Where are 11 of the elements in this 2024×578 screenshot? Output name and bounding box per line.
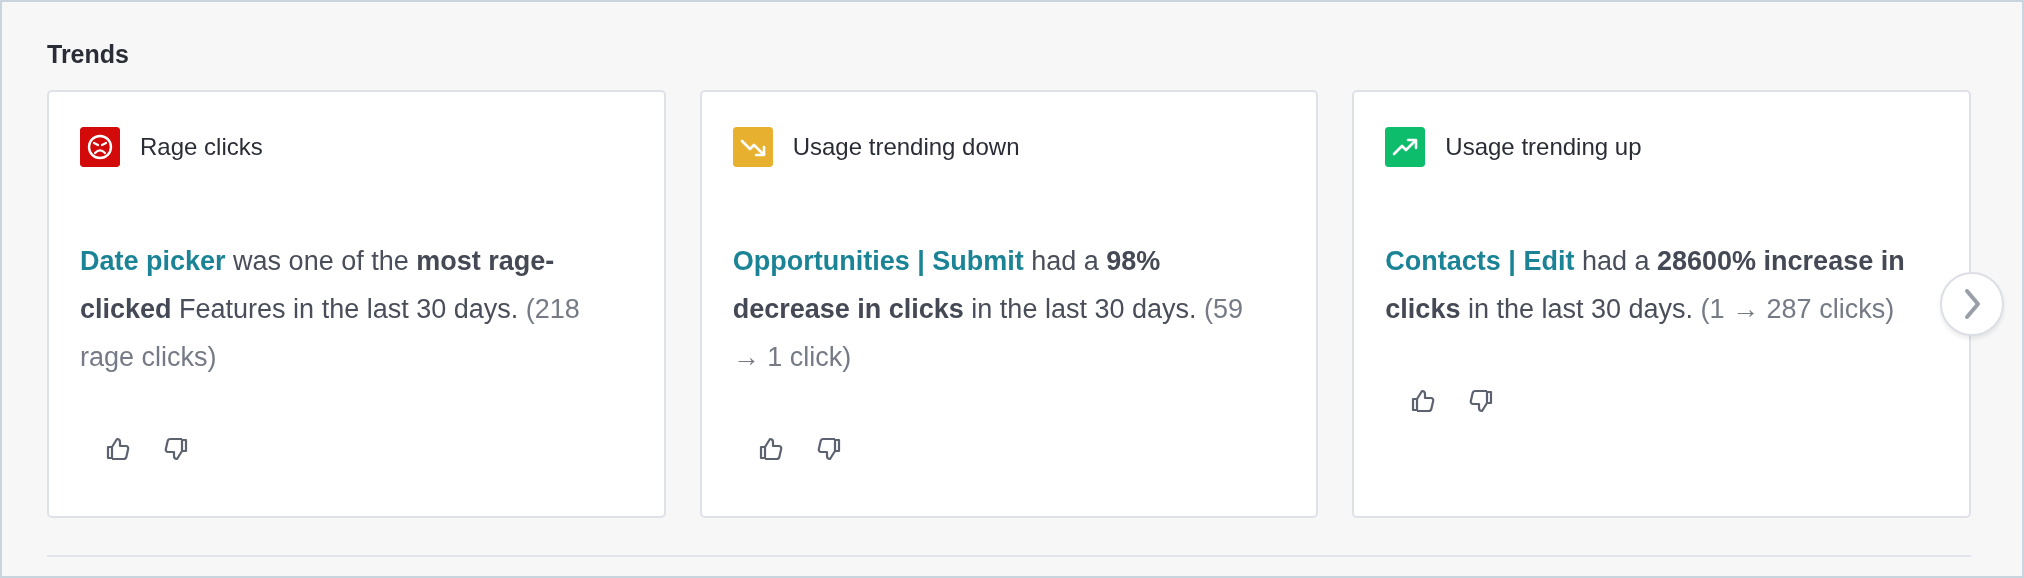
- insight-text: Opportunities | Submit had a 98% decrease in clicks in the last 30 days. (59 → 1 click): [732, 245, 1245, 374]
- card-heading: Rage clicks: [140, 133, 263, 161]
- feature-link[interactable]: Date picker: [80, 246, 226, 276]
- feature-link[interactable]: Opportunities | Submit: [732, 246, 1024, 276]
- next-button[interactable]: [1940, 272, 2004, 336]
- insight-text: Date picker was one of the most rage-clicked Features in the last 30 days. (218 rage clicks): [80, 245, 581, 374]
- section-title: Trends: [47, 39, 130, 70]
- card-heading: Usage trending up: [1445, 133, 1642, 161]
- feature-link[interactable]: Contacts | Edit: [1385, 246, 1575, 276]
- insight-text: Contacts | Edit had a 28600% increase in clicks in the last 30 days. (1 → 287 clicks): [1385, 245, 1906, 326]
- card-heading: Usage trending down: [792, 133, 1020, 161]
